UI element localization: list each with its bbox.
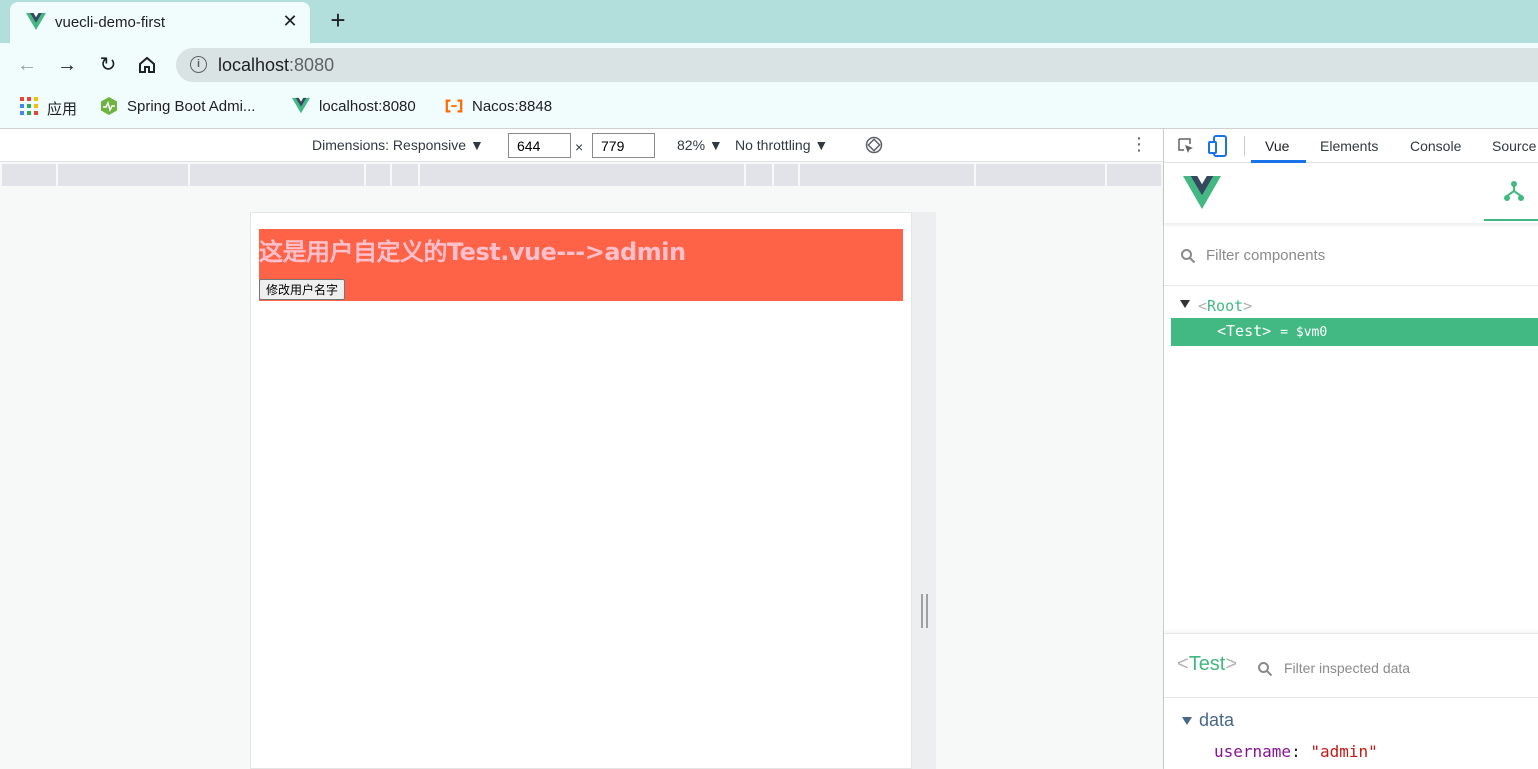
- bookmark-label: Spring Boot Admi...: [127, 98, 256, 115]
- width-input[interactable]: [508, 133, 571, 158]
- url-host: localhost: [218, 55, 290, 75]
- media-query-segment[interactable]: [774, 164, 798, 186]
- expand-arrow-icon[interactable]: [1180, 300, 1190, 308]
- data-property-row[interactable]: username: "admin": [1214, 742, 1378, 761]
- property-value[interactable]: "admin": [1310, 742, 1377, 761]
- inspector-panel: <Test> Filter inspected data data userna…: [1164, 633, 1538, 769]
- throttling-dropdown[interactable]: No throttling ▼: [735, 137, 828, 153]
- component-tree-icon[interactable]: [1503, 180, 1525, 202]
- test-label: Test: [1226, 322, 1263, 340]
- home-shape: [139, 56, 155, 73]
- expand-arrow-icon[interactable]: [1182, 717, 1192, 725]
- change-username-button[interactable]: 修改用户名字: [259, 279, 346, 300]
- data-section-header[interactable]: data: [1199, 710, 1234, 731]
- bookmark-label: Nacos:8848: [472, 98, 553, 115]
- tab-sources[interactable]: Source: [1492, 138, 1536, 154]
- reload-icon[interactable]: ↻: [94, 51, 122, 79]
- zoom-dropdown[interactable]: 82% ▼: [677, 137, 723, 153]
- filter-data-field[interactable]: Filter inspected data: [1284, 660, 1410, 676]
- times-sign: ×: [575, 139, 584, 155]
- search-icon: [1258, 662, 1273, 677]
- vue-logo-icon: [1183, 176, 1221, 209]
- tree-node-label: <Test> = $vm0: [1217, 322, 1328, 340]
- vue-logo-icon: [292, 97, 310, 114]
- new-tab-button[interactable]: +: [325, 7, 351, 33]
- devtools-tabs: Vue Elements Console Source: [1164, 129, 1538, 163]
- media-query-segment[interactable]: [392, 164, 418, 186]
- divider: [1164, 697, 1538, 698]
- media-query-bar[interactable]: [2, 164, 1161, 186]
- vue-logo-icon: [26, 13, 46, 30]
- inspected-component-name: <Test>: [1177, 653, 1238, 675]
- root-label: Root: [1207, 297, 1244, 315]
- rotate-icon[interactable]: [865, 136, 883, 154]
- more-options-icon[interactable]: ⋮: [1130, 135, 1148, 153]
- inspected-name-label: Test: [1188, 653, 1226, 675]
- close-tab-icon[interactable]: ✕: [280, 11, 300, 32]
- bookmark-label: localhost:8080: [319, 98, 416, 115]
- height-input[interactable]: [592, 133, 655, 158]
- home-icon[interactable]: [133, 51, 161, 79]
- inspect-element-icon[interactable]: [1177, 137, 1195, 155]
- property-key: username: [1214, 742, 1292, 761]
- media-query-segment[interactable]: [746, 164, 772, 186]
- url-port: :8080: [289, 55, 335, 75]
- filter-components-placeholder: Filter components: [1206, 247, 1326, 264]
- colon: :: [1291, 742, 1311, 761]
- component-tree: <Root> <Test> = $vm0: [1164, 287, 1538, 627]
- media-query-segment[interactable]: [1107, 164, 1161, 186]
- url-text[interactable]: localhost:8080: [218, 55, 334, 76]
- media-query-segment[interactable]: [190, 164, 364, 186]
- spring-boot-admin-icon: [101, 97, 117, 115]
- forward-arrow-icon[interactable]: →: [53, 51, 81, 79]
- media-query-segment[interactable]: [420, 164, 744, 186]
- viewport-resizer[interactable]: [912, 212, 936, 769]
- media-query-segment[interactable]: [800, 164, 974, 186]
- address-bar[interactable]: i localhost:8080: [176, 48, 1538, 82]
- test-component: 这是用户自定义的Test.vue--->admin 修改用户名字: [259, 229, 903, 301]
- dimensions-dropdown[interactable]: Dimensions: Responsive ▼: [312, 137, 484, 153]
- tab-vue[interactable]: Vue: [1265, 138, 1289, 154]
- devtools-panel: Vue Elements Console Source Filter compo…: [1163, 128, 1538, 769]
- info-icon[interactable]: i: [190, 56, 207, 73]
- media-query-segment[interactable]: [366, 164, 390, 186]
- bookmarks-bar: 应用 Spring Boot Admi... localhost:8080 Na…: [0, 87, 1538, 128]
- components-tab-indicator: [1484, 219, 1538, 221]
- page-heading: 这是用户自定义的Test.vue--->admin: [259, 238, 686, 266]
- vue-devtools-header: [1164, 163, 1538, 223]
- search-icon: [1181, 249, 1196, 264]
- filter-components-field[interactable]: Filter components: [1164, 223, 1538, 286]
- media-query-segment[interactable]: [976, 164, 1105, 186]
- tab-console[interactable]: Console: [1410, 138, 1461, 154]
- tab-elements[interactable]: Elements: [1320, 138, 1378, 154]
- device-toggle-icon[interactable]: [1208, 135, 1228, 157]
- bookmark-label: 应用: [47, 101, 78, 118]
- media-query-segment[interactable]: [2, 164, 56, 186]
- resize-grip-icon[interactable]: [921, 594, 928, 628]
- browser-toolbar: ← → ↻ i localhost:8080: [0, 43, 1538, 87]
- bookmark-localhost[interactable]: localhost:8080: [292, 97, 432, 117]
- nacos-icon: [445, 99, 463, 113]
- bookmark-nacos[interactable]: Nacos:8848: [445, 97, 565, 117]
- tree-node-test[interactable]: <Test> = $vm0: [1171, 318, 1538, 346]
- bookmark-spring-boot-admin[interactable]: Spring Boot Admi...: [100, 97, 280, 117]
- apps-grid-icon: [20, 97, 38, 115]
- browser-tab[interactable]: vuecli-demo-first ✕: [10, 2, 310, 43]
- bookmark-apps[interactable]: 应用: [20, 97, 90, 118]
- back-arrow-icon[interactable]: ←: [13, 51, 41, 79]
- device-toolbar: Dimensions: Responsive ▼ × 82% ▼ No thro…: [0, 129, 1163, 162]
- tree-node-root[interactable]: <Root>: [1198, 297, 1252, 315]
- tab-title: vuecli-demo-first: [55, 14, 166, 31]
- tab-separator: [1244, 136, 1245, 156]
- media-query-segment[interactable]: [58, 164, 188, 186]
- vm-reference: = $vm0: [1280, 325, 1328, 340]
